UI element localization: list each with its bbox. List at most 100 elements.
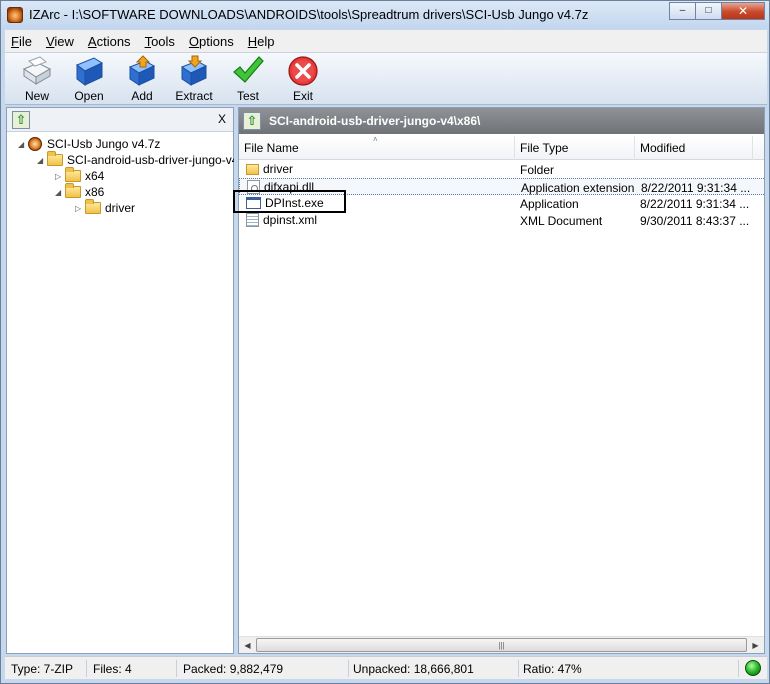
file-name: dpinst.xml — [263, 213, 318, 227]
add-label: Add — [131, 89, 153, 103]
add-files-icon — [125, 55, 159, 87]
scroll-thumb[interactable]: ||| — [256, 638, 747, 652]
application-window-icon — [246, 197, 261, 209]
extract-icon — [177, 55, 211, 87]
exit-icon — [286, 55, 320, 87]
test-button[interactable]: Test — [221, 55, 275, 103]
maximize-button[interactable]: □ — [695, 2, 721, 20]
folder-icon — [65, 167, 81, 182]
tree-item-root[interactable]: ◢ SCI-Usb Jungo v4.7z — [18, 136, 160, 152]
file-modified: 8/22/2011 9:31:34 ... — [641, 181, 751, 195]
file-list-pane: ⇧ SCI-android-usb-driver-jungo-v4\x86\ ˄… — [238, 107, 765, 654]
status-green-light-icon — [745, 660, 761, 676]
folder-icon — [65, 183, 81, 198]
menu-tools[interactable]: Tools — [145, 34, 175, 49]
tree-item-driver[interactable]: ▷ driver — [75, 199, 136, 216]
window-title: IZArc - I:\SOFTWARE DOWNLOADS\ANDROIDS\t… — [29, 7, 589, 22]
extract-label: Extract — [175, 89, 213, 103]
menu-view[interactable]: View — [46, 34, 74, 49]
menu-actions[interactable]: Actions — [88, 34, 131, 49]
archive-icon — [28, 137, 42, 151]
column-file-name[interactable]: ˄ File Name — [239, 135, 515, 160]
new-button[interactable]: New — [10, 55, 64, 103]
up-folder-button[interactable]: ⇧ — [243, 112, 261, 130]
column-file-type[interactable]: File Type — [515, 136, 635, 160]
file-type: Application — [520, 197, 579, 211]
file-type: XML Document — [520, 214, 603, 228]
folder-icon — [47, 151, 63, 166]
status-type: Type: 7-ZIP — [7, 660, 87, 677]
folder-icon — [246, 163, 259, 175]
menu-options[interactable]: Options — [189, 34, 234, 49]
status-files: Files: 4 — [89, 660, 177, 677]
scroll-grip-icon: ||| — [498, 640, 505, 650]
izarc-app-icon — [7, 7, 23, 23]
minimize-button[interactable]: – — [669, 2, 695, 20]
test-label: Test — [236, 89, 259, 103]
tree-close-button[interactable]: X — [218, 112, 226, 126]
file-name: difxapi.dll — [264, 180, 315, 194]
file-name: DPInst.exe — [265, 196, 324, 210]
exit-button[interactable]: Exit — [276, 55, 330, 103]
caption-buttons: – □ ✕ — [669, 2, 765, 20]
scroll-right-icon[interactable]: ▶ — [747, 637, 764, 653]
collapsed-arrow-icon[interactable]: ▷ — [75, 204, 85, 213]
title-bar[interactable]: IZArc - I:\SOFTWARE DOWNLOADS\ANDROIDS\t… — [1, 1, 769, 29]
expand-arrow-icon[interactable]: ◢ — [37, 156, 47, 165]
tree-up-folder-button[interactable]: ⇧ — [12, 111, 30, 129]
current-path: SCI-android-usb-driver-jungo-v4\x86\ — [269, 114, 481, 128]
tree-item-x64[interactable]: ▷ x64 — [55, 167, 105, 184]
path-bar: ⇧ SCI-android-usb-driver-jungo-v4\x86\ — [239, 108, 764, 134]
file-name: driver — [263, 162, 294, 176]
menu-help-mnemonic: H — [247, 33, 258, 49]
folder-tree-pane: ⇧ X ◢ SCI-Usb Jungo v4.7z ◢ SCI-android-… — [6, 107, 238, 654]
column-file-type-label: File Type — [520, 141, 569, 155]
menu-help-label: elp — [257, 33, 275, 49]
file-row-dpinst-xml[interactable]: dpinst.xml XML Document 9/30/2011 8:43:3… — [239, 212, 764, 229]
up-arrow-icon: ⇧ — [15, 112, 27, 127]
expand-arrow-icon[interactable]: ◢ — [55, 188, 65, 197]
column-modified[interactable]: Modified — [635, 136, 753, 160]
tree-item-x86[interactable]: ◢ x86 — [55, 183, 105, 200]
menu-file[interactable]: File — [11, 34, 32, 49]
tree-item-driver-label: driver — [105, 201, 136, 215]
status-packed: Packed: 9,882,479 — [179, 660, 349, 677]
menu-tools-label: ools — [151, 33, 175, 49]
column-file-name-label: File Name — [244, 141, 299, 155]
scroll-left-icon[interactable]: ◀ — [239, 637, 256, 653]
exit-label: Exit — [292, 89, 313, 103]
tree-item-jungo-v4[interactable]: ◢ SCI-android-usb-driver-jungo-v4 — [37, 151, 239, 168]
open-label: Open — [74, 89, 104, 103]
file-modified: 8/22/2011 9:31:34 ... — [640, 197, 750, 211]
add-button[interactable]: Add — [115, 55, 169, 103]
close-button[interactable]: ✕ — [721, 2, 765, 20]
menu-options-mnemonic: O — [188, 33, 200, 49]
extract-button[interactable]: Extract — [167, 55, 221, 103]
toolbar: New Open Add Extract Test Exit — [5, 52, 767, 105]
status-bar: Type: 7-ZIP Files: 4 Packed: 9,882,479 U… — [5, 656, 767, 679]
file-row-dpinst-exe[interactable]: DPInst.exe Application 8/22/2011 9:31:34… — [239, 195, 764, 212]
status-unpacked: Unpacked: 18,666,801 — [349, 660, 519, 677]
file-modified: 9/30/2011 8:43:37 ... — [640, 214, 750, 228]
open-button[interactable]: Open — [62, 55, 116, 103]
collapsed-arrow-icon[interactable]: ▷ — [55, 172, 65, 181]
file-type: Application extension — [521, 181, 635, 195]
tree-item-jungo-v4-label: SCI-android-usb-driver-jungo-v4 — [67, 153, 239, 167]
tree-item-root-label: SCI-Usb Jungo v4.7z — [47, 137, 161, 151]
horizontal-scrollbar[interactable]: ◀ ||| ▶ — [239, 636, 764, 653]
tree-item-x64-label: x64 — [85, 169, 105, 183]
column-modified-label: Modified — [640, 141, 686, 155]
menu-view-label: iew — [54, 33, 74, 49]
column-header: ˄ File Name File Type Modified — [239, 135, 764, 160]
tree-item-x86-label: x86 — [85, 185, 105, 199]
izarc-window: IZArc - I:\SOFTWARE DOWNLOADS\ANDROIDS\t… — [0, 0, 770, 684]
menu-actions-mnemonic: A — [87, 33, 97, 49]
tree-header: ⇧ X — [7, 108, 233, 132]
menu-file-label: ile — [18, 33, 32, 49]
sort-ascending-icon: ˄ — [373, 135, 378, 144]
file-row-driver[interactable]: driver Folder — [239, 161, 764, 178]
menu-help[interactable]: Help — [248, 34, 275, 49]
file-row-difxapi[interactable]: difxapi.dll Application extension 8/22/2… — [239, 178, 764, 195]
expand-arrow-icon[interactable]: ◢ — [18, 140, 28, 149]
menu-bar: File View Actions Tools Options Help — [5, 30, 767, 52]
